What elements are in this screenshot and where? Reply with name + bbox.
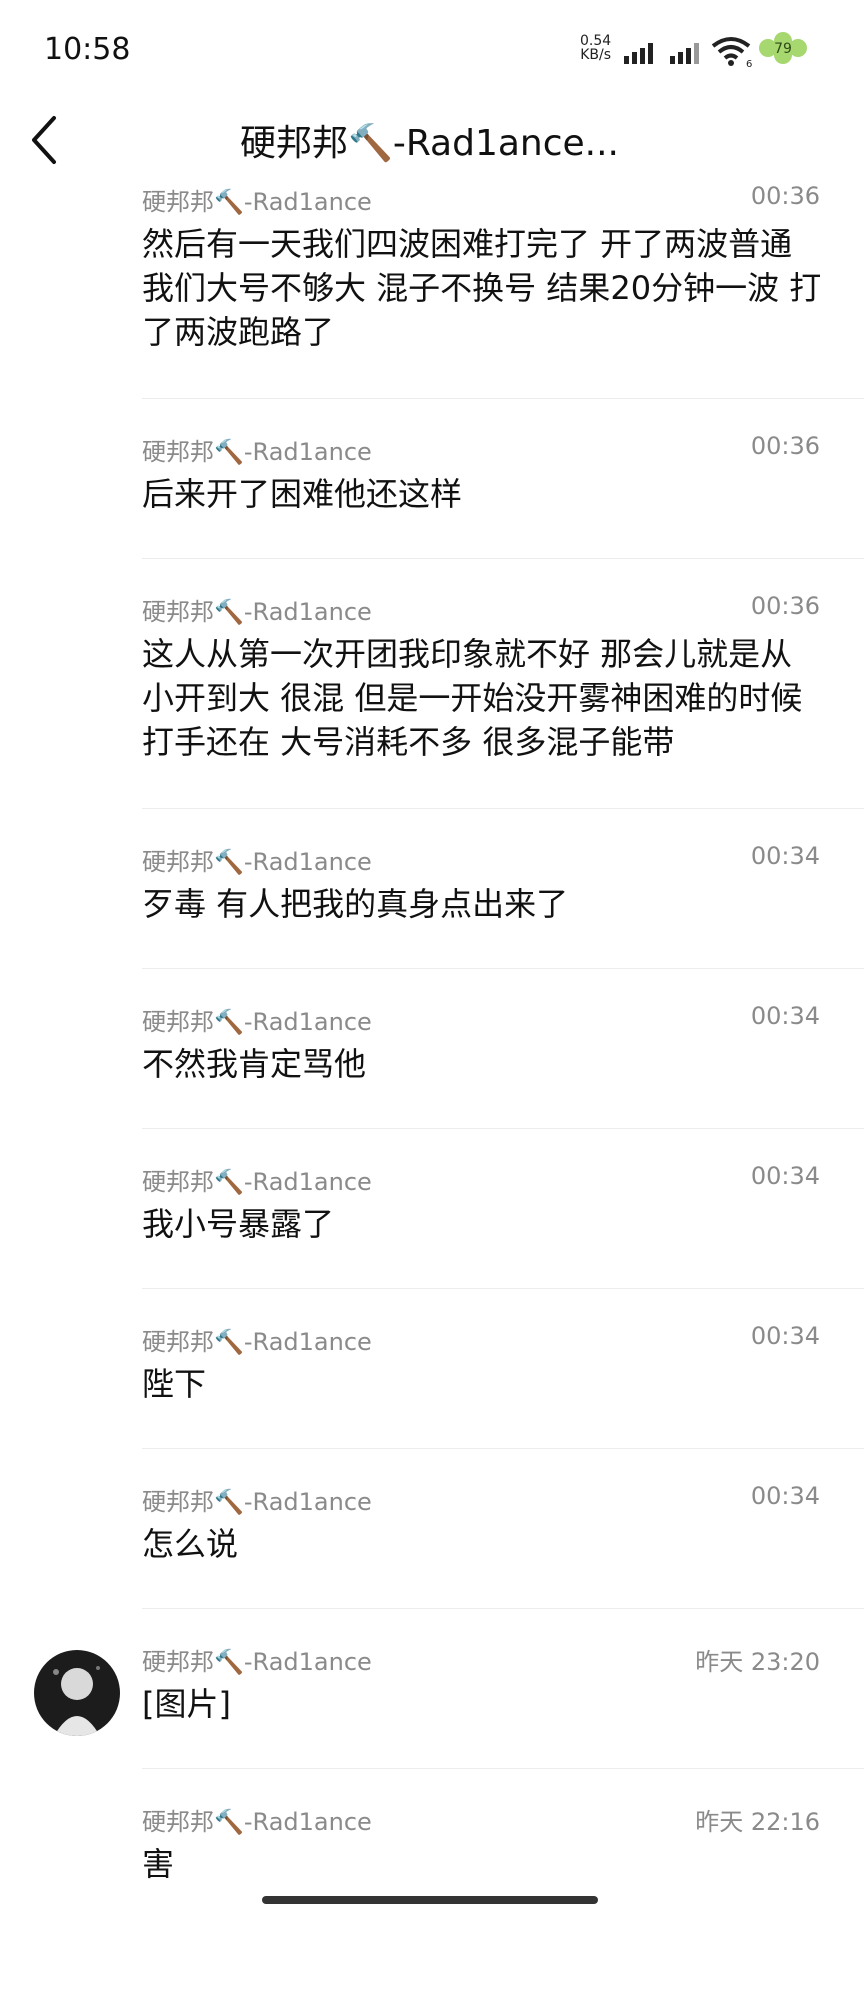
battery-icon: 79	[759, 32, 807, 64]
message-text[interactable]: 怎么说	[142, 1522, 822, 1566]
status-time: 10:58	[44, 32, 131, 67]
message-sender[interactable]: 硬邦邦🔨-Rad1ance	[142, 1482, 372, 1517]
message-time: 00:34	[750, 842, 820, 870]
message-text[interactable]: 后来开了困难他还这样	[142, 472, 822, 516]
message-divider	[142, 1288, 864, 1289]
cell-signal-icon	[624, 43, 653, 64]
message-divider	[142, 558, 864, 559]
message-time: 00:34	[750, 1002, 820, 1030]
message-time: 00:34	[750, 1322, 820, 1350]
message-text[interactable]: 我小号暴露了	[142, 1202, 822, 1246]
battery-level: 79	[774, 41, 792, 57]
message-time: 昨天 23:20	[695, 1648, 820, 1676]
back-button[interactable]	[24, 112, 64, 168]
message-text[interactable]: 害	[142, 1842, 822, 1886]
status-bar: 10:58 0.54 KB/s 6 79	[0, 0, 864, 100]
message-item[interactable]: 硬邦邦🔨-Rad1ance 00:36 然后有一天我们四波困难打完了 开了两波普通 …	[142, 182, 864, 382]
network-speed-value: 0.54	[580, 33, 612, 49]
message-time: 00:36	[750, 432, 820, 460]
wifi-badge: 6	[746, 59, 752, 68]
message-text[interactable]: 歹毒 有人把我的真身点出来了	[142, 882, 822, 926]
message-divider	[142, 1128, 864, 1129]
message-sender[interactable]: 硬邦邦🔨-Rad1ance	[142, 1322, 372, 1357]
network-speed: 0.54 KB/s	[580, 34, 611, 62]
message-item[interactable]: 硬邦邦🔨-Rad1ance 00:36 这人从第一次开团我印象就不好 那会儿就是从小…	[142, 592, 864, 792]
message-divider	[142, 1768, 864, 1769]
cell-signal-icon-2	[670, 43, 699, 64]
message-time: 00:34	[750, 1482, 820, 1510]
message-sender[interactable]: 硬邦邦🔨-Rad1ance	[142, 1002, 372, 1037]
network-speed-unit: KB/s	[580, 47, 611, 63]
message-sender[interactable]: 硬邦邦🔨-Rad1ance	[142, 1642, 372, 1677]
message-sender[interactable]: 硬邦邦🔨-Rad1ance	[142, 1162, 372, 1197]
message-divider	[142, 808, 864, 809]
message-time: 昨天 22:16	[695, 1808, 820, 1836]
message-time: 00:36	[750, 182, 820, 210]
message-time: 00:34	[750, 1162, 820, 1190]
message-divider	[142, 1448, 864, 1449]
message-text[interactable]: 陛下	[142, 1362, 822, 1406]
message-sender[interactable]: 硬邦邦🔨-Rad1ance	[142, 1802, 372, 1837]
message-sender[interactable]: 硬邦邦🔨-Rad1ance	[142, 842, 372, 877]
wifi-icon: 6	[711, 37, 752, 68]
message-text[interactable]: 这人从第一次开团我印象就不好 那会儿就是从小开到大 很混 但是一开始没开雾神困难…	[142, 632, 822, 764]
message-text[interactable]: 然后有一天我们四波困难打完了 开了两波普通 我们大号不够大 混子不换号 结果20…	[142, 222, 822, 354]
message-sender[interactable]: 硬邦邦🔨-Rad1ance	[142, 432, 372, 467]
home-indicator[interactable]	[262, 1896, 598, 1904]
back-arrow-icon	[32, 116, 56, 164]
chat-title[interactable]: 硬邦邦🔨-Rad1ance...	[240, 114, 619, 166]
message-time: 00:36	[750, 592, 820, 620]
message-text[interactable]: [图片]	[142, 1682, 822, 1726]
message-divider	[142, 968, 864, 969]
message-sender[interactable]: 硬邦邦🔨-Rad1ance	[142, 182, 372, 217]
message-text[interactable]: 不然我肯定骂他	[142, 1042, 822, 1086]
message-sender[interactable]: 硬邦邦🔨-Rad1ance	[142, 592, 372, 627]
message-divider	[142, 1608, 864, 1609]
avatar[interactable]	[34, 1650, 120, 1736]
message-divider	[142, 398, 864, 399]
